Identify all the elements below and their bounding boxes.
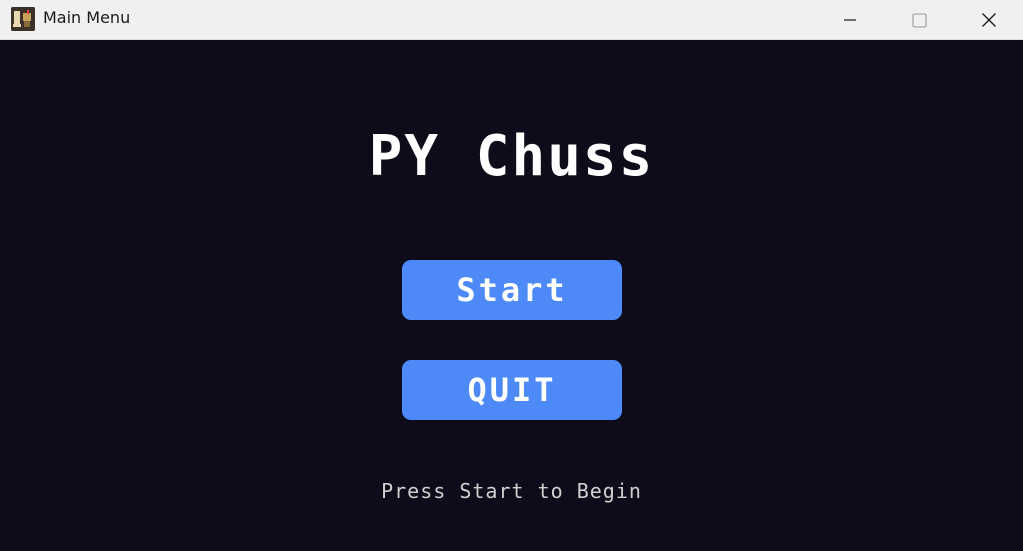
maximize-button[interactable]	[896, 0, 942, 39]
chess-app-icon	[11, 7, 35, 31]
start-hint: Press Start to Begin	[381, 479, 642, 503]
game-window: Main Menu PY Chuss Start QUIT Press Star…	[0, 0, 1023, 551]
game-title: PY Chuss	[368, 124, 655, 189]
minimize-button[interactable]	[827, 0, 873, 39]
quit-button[interactable]: QUIT	[402, 360, 622, 420]
start-button[interactable]: Start	[402, 260, 622, 320]
maximize-icon	[912, 12, 927, 28]
game-canvas: PY Chuss Start QUIT Press Start to Begin	[0, 40, 1023, 551]
window-title: Main Menu	[43, 8, 131, 27]
close-button[interactable]	[966, 0, 1012, 39]
close-icon	[982, 12, 996, 27]
title-bar[interactable]: Main Menu	[0, 0, 1023, 40]
minimize-icon	[844, 18, 856, 21]
